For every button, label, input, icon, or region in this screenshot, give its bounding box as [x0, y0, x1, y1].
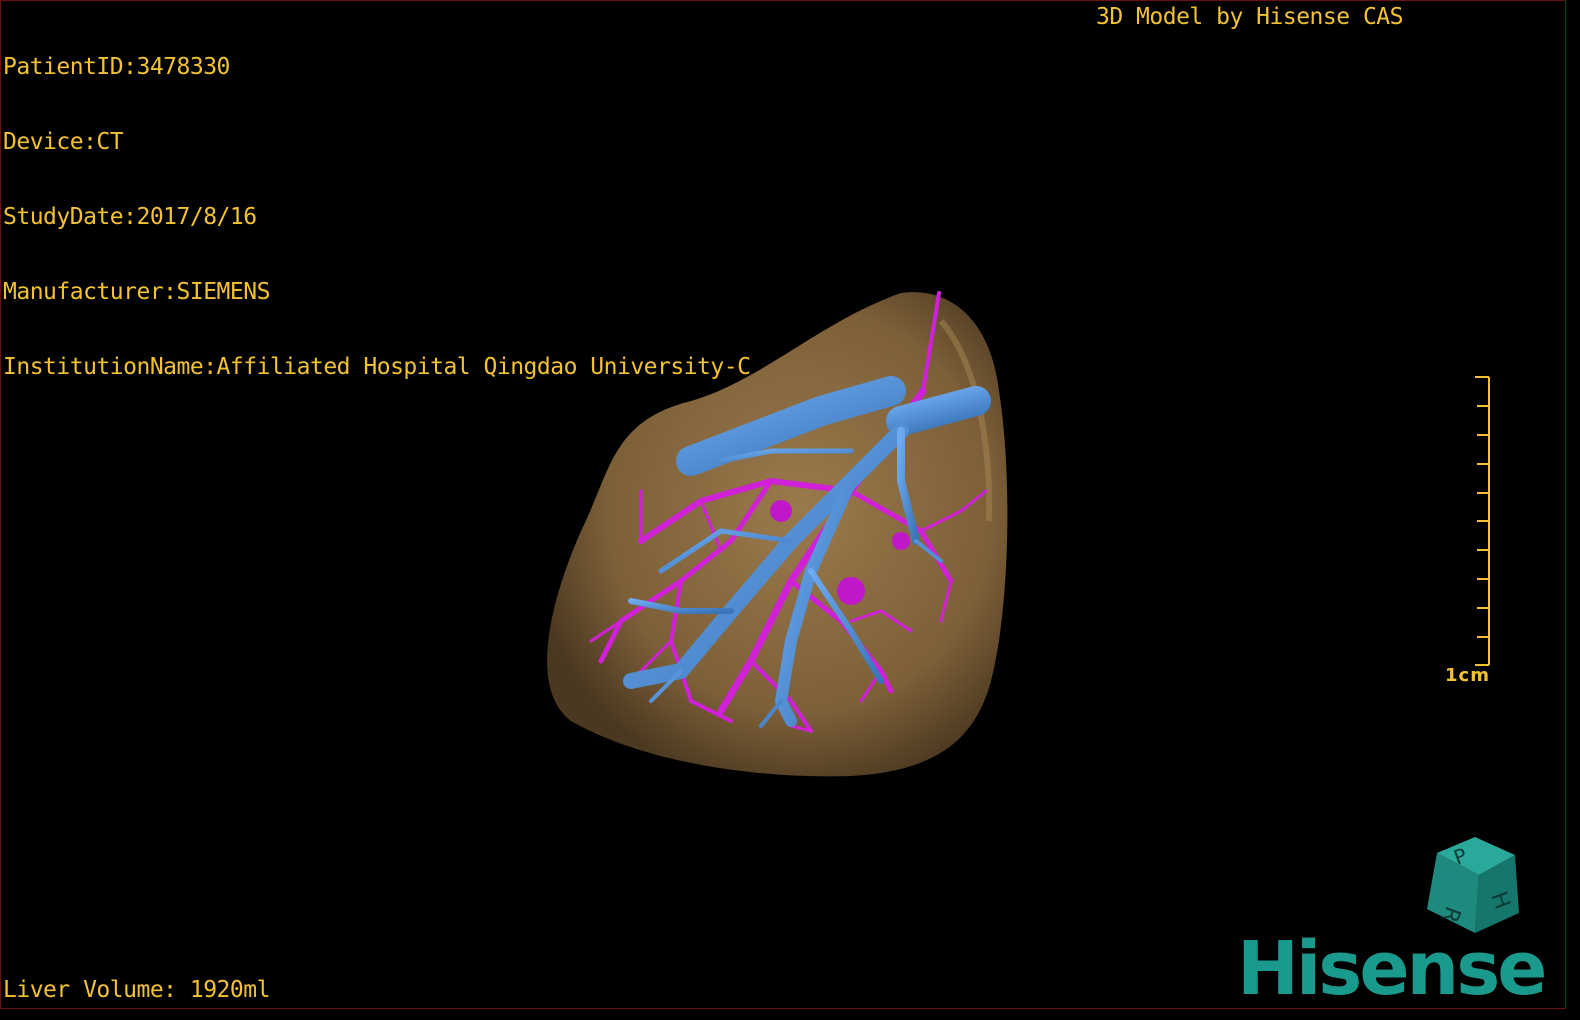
scale-bar-label: 1cm: [1445, 665, 1490, 686]
hisense-logo: Hisense: [1237, 926, 1547, 1012]
study-date-label: StudyDate:2017/8/16: [3, 204, 257, 230]
device-label: Device:CT: [3, 129, 124, 155]
liver-volume-label: Liver Volume: 1920ml: [3, 977, 270, 1003]
liver-3d-model[interactable]: [521, 281, 1041, 801]
patient-id-label: PatientID:3478330: [3, 54, 230, 80]
scale-bar: [1475, 376, 1490, 666]
render-viewport[interactable]: PatientID:3478330 Device:CT StudyDate:20…: [0, 0, 1566, 1009]
model-credit-label: 3D Model by Hisense CAS: [1096, 4, 1404, 30]
